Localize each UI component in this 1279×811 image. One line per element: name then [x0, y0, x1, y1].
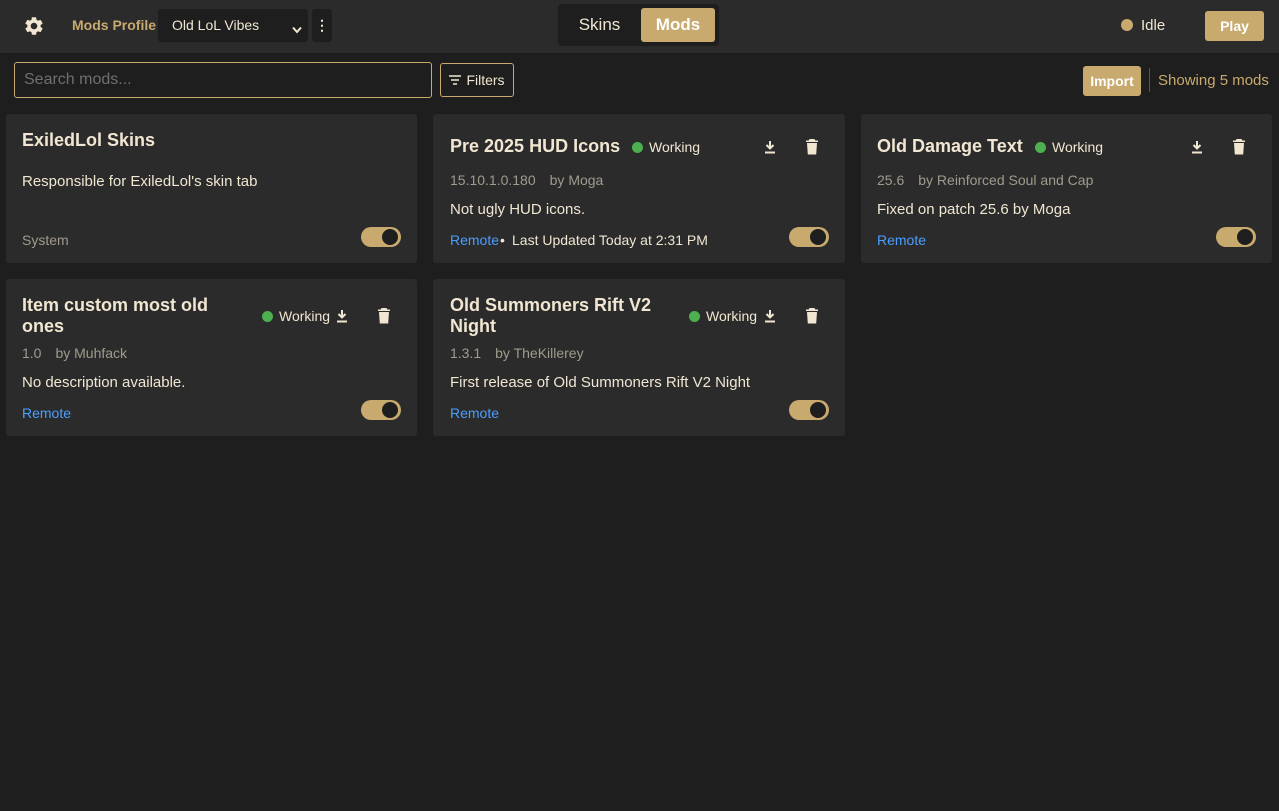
mod-status-label: Working	[706, 308, 758, 324]
mod-source-link[interactable]: Remote	[877, 232, 926, 248]
play-button[interactable]: Play	[1205, 11, 1264, 41]
mods-profile-label: Mods Profile	[72, 17, 157, 33]
mod-meta: 1.3.1 by TheKillerey	[450, 345, 584, 361]
tab-skins[interactable]: Skins	[562, 8, 637, 42]
top-bar: Mods Profile Old LoL Vibes ⋮ Skins Mods …	[0, 0, 1279, 54]
mod-source-link[interactable]: Remote	[450, 405, 499, 421]
mod-version: 1.3.1	[450, 345, 482, 361]
mod-card: Old Damage Text Working 25.6 by Reinforce…	[861, 114, 1272, 263]
mods-count-text: Showing 5 mods	[1158, 72, 1269, 89]
mod-source-link[interactable]: Remote	[22, 405, 71, 421]
profile-select-value: Old LoL Vibes	[172, 17, 260, 33]
mod-author: by Reinforced Soul and Cap	[918, 172, 1094, 188]
status-dot-icon	[689, 310, 700, 322]
mod-title: ExiledLol Skins	[22, 130, 156, 150]
mod-author: by Moga	[549, 172, 604, 188]
download-icon[interactable]	[334, 308, 350, 324]
mod-title: Old Summoners Rift V2 Night	[450, 295, 652, 336]
mod-last-updated: Last Updated Today at 2:31 PM	[512, 232, 708, 248]
mod-status: Working	[1035, 139, 1103, 155]
mod-description: Not ugly HUD icons.	[450, 201, 586, 218]
mod-description: First release of Old Summoners Rift V2 N…	[450, 374, 751, 391]
mod-version: 25.6	[877, 172, 905, 188]
mod-description: No description available.	[22, 374, 186, 391]
settings-gear-icon[interactable]	[22, 14, 46, 38]
mod-meta: 1.0 by Muhfack	[22, 345, 127, 361]
chevron-down-icon	[292, 21, 302, 37]
trash-icon[interactable]	[804, 308, 820, 324]
mod-card: Old Summoners Rift V2 Night Working 1.3.…	[433, 279, 845, 436]
mod-card: Pre 2025 HUD Icons Working 15.10.1.0.180…	[433, 114, 845, 263]
mod-source-link[interactable]: Remote	[450, 232, 499, 248]
toolbar-divider	[1149, 68, 1150, 92]
status-dot-icon	[1035, 141, 1046, 153]
search-input[interactable]	[14, 62, 432, 98]
mod-description: Fixed on patch 25.6 by Moga	[877, 201, 1071, 218]
status-indicator-icon	[1121, 19, 1133, 31]
import-button[interactable]: Import	[1083, 66, 1141, 96]
mod-author: by Muhfack	[55, 345, 128, 361]
status-text: Idle	[1141, 17, 1166, 34]
mod-title: Pre 2025 HUD Icons	[450, 136, 621, 156]
status-dot-icon	[262, 310, 273, 322]
mod-description: Responsible for ExiledLol's skin tab	[22, 173, 258, 190]
mod-card: Item custom most old ones Working 1.0 by …	[6, 279, 417, 436]
mod-source: System	[22, 232, 69, 248]
mod-enable-toggle[interactable]	[1216, 227, 1256, 247]
mod-enable-toggle[interactable]	[789, 400, 829, 420]
mod-meta: 15.10.1.0.180 by Moga	[450, 172, 603, 188]
mod-card: ExiledLol Skins Responsible for ExiledLo…	[6, 114, 417, 263]
download-icon[interactable]	[762, 139, 778, 155]
trash-icon[interactable]	[1231, 139, 1247, 155]
download-icon[interactable]	[762, 308, 778, 324]
mod-meta: 25.6 by Reinforced Soul and Cap	[877, 172, 1093, 188]
profile-select[interactable]: Old LoL Vibes	[158, 9, 308, 42]
tab-mods[interactable]: Mods	[641, 8, 715, 42]
mod-status: Working	[262, 308, 330, 324]
trash-icon[interactable]	[376, 308, 392, 324]
filter-icon	[449, 72, 462, 88]
mod-title: Old Damage Text	[877, 136, 1023, 156]
view-tabs: Skins Mods	[558, 4, 719, 46]
filters-button[interactable]: Filters	[440, 63, 514, 97]
mod-author: by TheKillerey	[495, 345, 584, 361]
mod-version: 1.0	[22, 345, 42, 361]
download-icon[interactable]	[1189, 139, 1205, 155]
profile-menu-kebab-icon[interactable]: ⋮	[312, 9, 332, 42]
mod-status-label: Working	[1052, 139, 1104, 155]
filters-label: Filters	[466, 72, 505, 88]
mod-status-label: Working	[649, 139, 701, 155]
trash-icon[interactable]	[804, 139, 820, 155]
mod-status-label: Working	[279, 308, 331, 324]
mod-enable-toggle[interactable]	[361, 227, 401, 247]
mod-enable-toggle[interactable]	[789, 227, 829, 247]
mod-status: Working	[632, 139, 700, 155]
mod-title: Item custom most old ones	[22, 295, 209, 336]
mod-status: Working	[689, 308, 757, 324]
mod-separator: •	[500, 232, 505, 248]
mod-version: 15.10.1.0.180	[450, 172, 536, 188]
mod-enable-toggle[interactable]	[361, 400, 401, 420]
status-dot-icon	[632, 141, 643, 153]
